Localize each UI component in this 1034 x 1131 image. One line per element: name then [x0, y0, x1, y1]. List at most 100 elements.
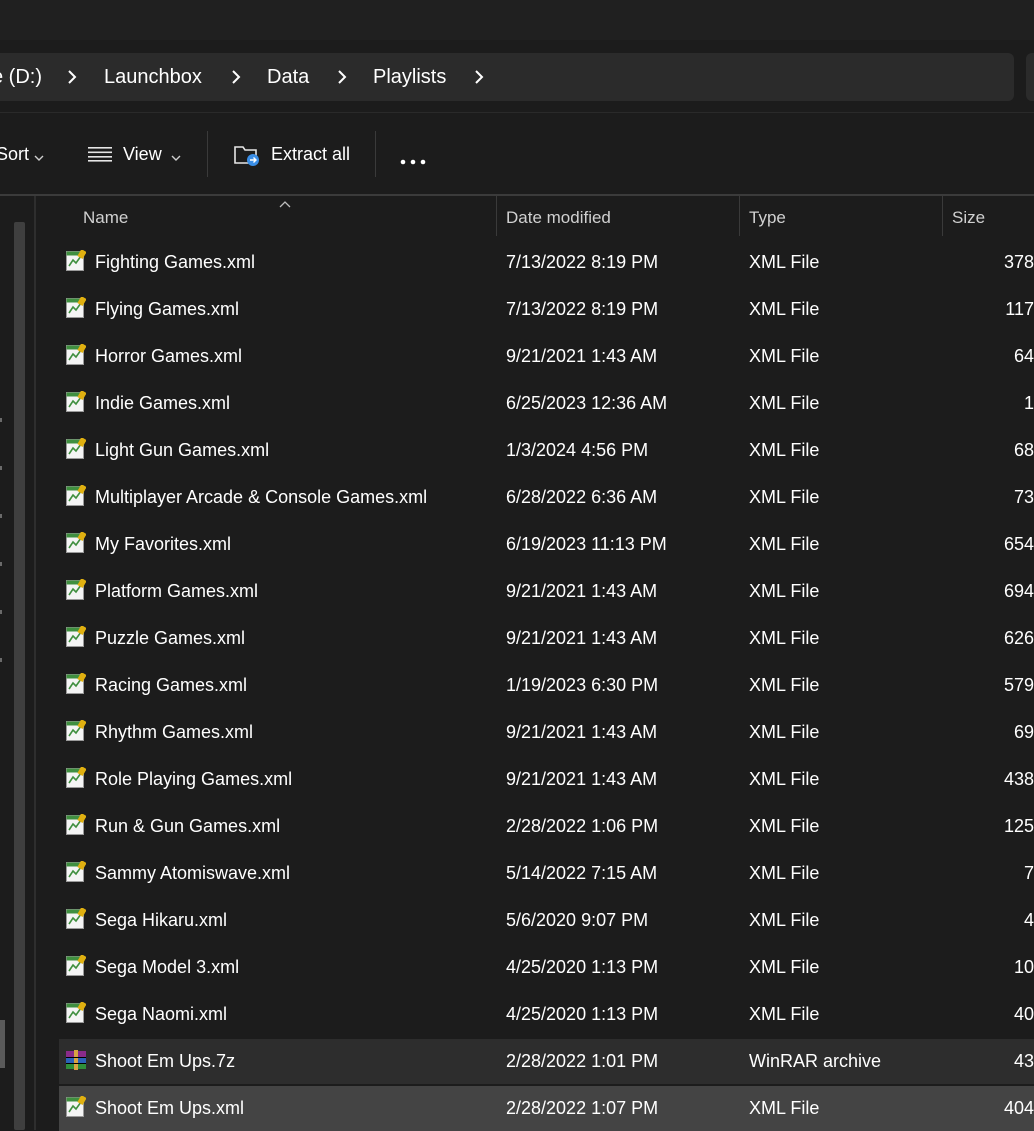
breadcrumb-data[interactable]: Data: [267, 53, 309, 101]
nav-tree-marker: [0, 658, 2, 662]
file-size: 117: [1005, 299, 1034, 319]
file-row[interactable]: Light Gun Games.xml 1/3/2024 4:56 PM XML F…: [59, 428, 1034, 473]
navigation-scrollbar[interactable]: [14, 222, 25, 1130]
xml-file-icon: [66, 296, 87, 319]
file-row[interactable]: Fighting Games.xml 7/13/2022 8:19 PM XML F…: [59, 240, 1034, 285]
chevron-right-icon[interactable]: [66, 53, 80, 101]
xml-file-icon: [66, 860, 87, 883]
toolbar-separator: [207, 131, 208, 177]
xml-file-icon: [66, 1001, 87, 1024]
file-size: 654: [1003, 534, 1034, 554]
file-type: XML File: [749, 910, 820, 930]
file-date-modified: 4/25/2020 1:13 PM: [506, 957, 659, 977]
column-header: Name Date modified Type Size: [36, 196, 1034, 240]
file-date-modified: 7/13/2022 8:19 PM: [506, 252, 659, 272]
nav-tree-marker: [0, 514, 2, 518]
file-row[interactable]: Puzzle Games.xml 9/21/2021 1:43 AM XML Fil…: [59, 616, 1034, 661]
file-type: XML File: [749, 957, 820, 977]
file-date-modified: 1/3/2024 4:56 PM: [506, 440, 649, 460]
pane-splitter[interactable]: [34, 196, 36, 1130]
file-row[interactable]: Run & Gun Games.xml 2/28/2022 1:06 PM XML …: [59, 804, 1034, 849]
chevron-right-icon[interactable]: [336, 53, 350, 101]
toolbar-separator: [375, 131, 376, 177]
xml-file-icon: [66, 578, 87, 601]
chevron-down-icon[interactable]: [171, 149, 181, 167]
file-date-modified: 1/19/2023 6:30 PM: [506, 675, 659, 695]
file-row[interactable]: Shoot Em Ups.xml 2/28/2022 1:07 PM XML Fil…: [59, 1086, 1034, 1131]
chevron-right-icon[interactable]: [473, 53, 487, 101]
file-size: 438: [1003, 769, 1034, 789]
search-box-edge[interactable]: [1026, 53, 1034, 101]
column-separator[interactable]: [496, 196, 497, 236]
file-type: XML File: [749, 299, 820, 319]
file-type: XML File: [749, 722, 820, 742]
nav-tree-marker: [0, 466, 2, 470]
file-row[interactable]: Platform Games.xml 9/21/2021 1:43 AM XML F…: [59, 569, 1034, 614]
nav-selected-item[interactable]: [0, 1020, 5, 1068]
view-button[interactable]: View: [123, 113, 162, 195]
file-name: Sammy Atomiswave.xml: [95, 863, 291, 883]
extract-all-button[interactable]: Extract all: [271, 113, 350, 195]
file-type: XML File: [749, 816, 820, 836]
file-type: XML File: [749, 628, 820, 648]
file-date-modified: 6/19/2023 11:13 PM: [506, 534, 667, 554]
nav-tree-marker: [0, 610, 2, 614]
file-name: Indie Games.xml: [95, 393, 231, 413]
xml-file-icon: [66, 249, 87, 272]
column-date-modified[interactable]: Date modified: [506, 196, 611, 240]
file-type: XML File: [749, 393, 820, 413]
file-row[interactable]: Sega Model 3.xml 4/25/2020 1:13 PM XML Fil…: [59, 945, 1034, 990]
chevron-down-icon[interactable]: [34, 149, 44, 167]
file-row[interactable]: Role Playing Games.xml 9/21/2021 1:43 AM X…: [59, 757, 1034, 802]
file-size: 626: [1003, 628, 1034, 648]
file-size: 579: [1003, 675, 1034, 695]
file-size: 694: [1003, 581, 1034, 601]
xml-file-icon: [66, 625, 87, 648]
file-size: 68: [1013, 440, 1034, 460]
file-row[interactable]: Shoot Em Ups.7z 2/28/2022 1:01 PM WinRAR a…: [59, 1039, 1034, 1084]
file-date-modified: 9/21/2021 1:43 AM: [506, 346, 658, 366]
file-name: Role Playing Games.xml: [95, 769, 293, 789]
file-row[interactable]: Indie Games.xml 6/25/2023 12:36 AM XML Fil…: [59, 381, 1034, 426]
file-date-modified: 9/21/2021 1:43 AM: [506, 769, 658, 789]
file-name: Light Gun Games.xml: [95, 440, 270, 460]
more-options-icon[interactable]: [400, 152, 426, 170]
file-date-modified: 7/13/2022 8:19 PM: [506, 299, 659, 319]
view-icon[interactable]: [88, 146, 112, 167]
file-name: Shoot Em Ups.xml: [95, 1098, 245, 1118]
file-row[interactable]: Sega Hikaru.xml 5/6/2020 9:07 PM XML File 4: [59, 898, 1034, 943]
file-name: Sega Model 3.xml: [95, 957, 240, 977]
file-row[interactable]: Sega Naomi.xml 4/25/2020 1:13 PM XML File 4…: [59, 992, 1034, 1037]
file-date-modified: 5/14/2022 7:15 AM: [506, 863, 658, 883]
column-size[interactable]: Size: [952, 196, 985, 240]
file-size: 1: [1023, 393, 1034, 413]
file-row[interactable]: Flying Games.xml 7/13/2022 8:19 PM XML Fil…: [59, 287, 1034, 332]
nav-tree-marker: [0, 562, 2, 566]
breadcrumb-drive[interactable]: e (D:): [0, 53, 42, 101]
breadcrumb-launchbox[interactable]: Launchbox: [104, 53, 202, 101]
sort-button[interactable]: Sort: [0, 113, 29, 195]
file-name: Rhythm Games.xml: [95, 722, 254, 742]
breadcrumb-playlists[interactable]: Playlists: [373, 53, 446, 101]
file-size: 4: [1023, 910, 1034, 930]
extract-folder-icon[interactable]: [234, 142, 262, 173]
column-separator[interactable]: [942, 196, 943, 236]
file-row[interactable]: Sammy Atomiswave.xml 5/14/2022 7:15 AM XML…: [59, 851, 1034, 896]
file-row[interactable]: Rhythm Games.xml 9/21/2021 1:43 AM XML Fil…: [59, 710, 1034, 755]
file-size: 69: [1013, 722, 1034, 742]
file-type: XML File: [749, 534, 820, 554]
file-name: Flying Games.xml: [95, 299, 240, 319]
address-bar-row: e (D:) Launchbox Data Playlists: [0, 40, 1034, 112]
xml-file-icon: [66, 672, 87, 695]
file-row[interactable]: Horror Games.xml 9/21/2021 1:43 AM XML Fil…: [59, 334, 1034, 379]
file-name: Shoot Em Ups.7z: [95, 1051, 236, 1071]
column-type[interactable]: Type: [749, 196, 786, 240]
file-name: Platform Games.xml: [95, 581, 259, 601]
chevron-right-icon[interactable]: [230, 53, 244, 101]
column-separator[interactable]: [739, 196, 740, 236]
file-row[interactable]: Multiplayer Arcade & Console Games.xml 6/…: [59, 475, 1034, 520]
column-name[interactable]: Name: [83, 196, 128, 240]
xml-file-icon: [66, 719, 87, 742]
file-row[interactable]: Racing Games.xml 1/19/2023 6:30 PM XML Fil…: [59, 663, 1034, 708]
file-row[interactable]: My Favorites.xml 6/19/2023 11:13 PM XML Fi…: [59, 522, 1034, 567]
